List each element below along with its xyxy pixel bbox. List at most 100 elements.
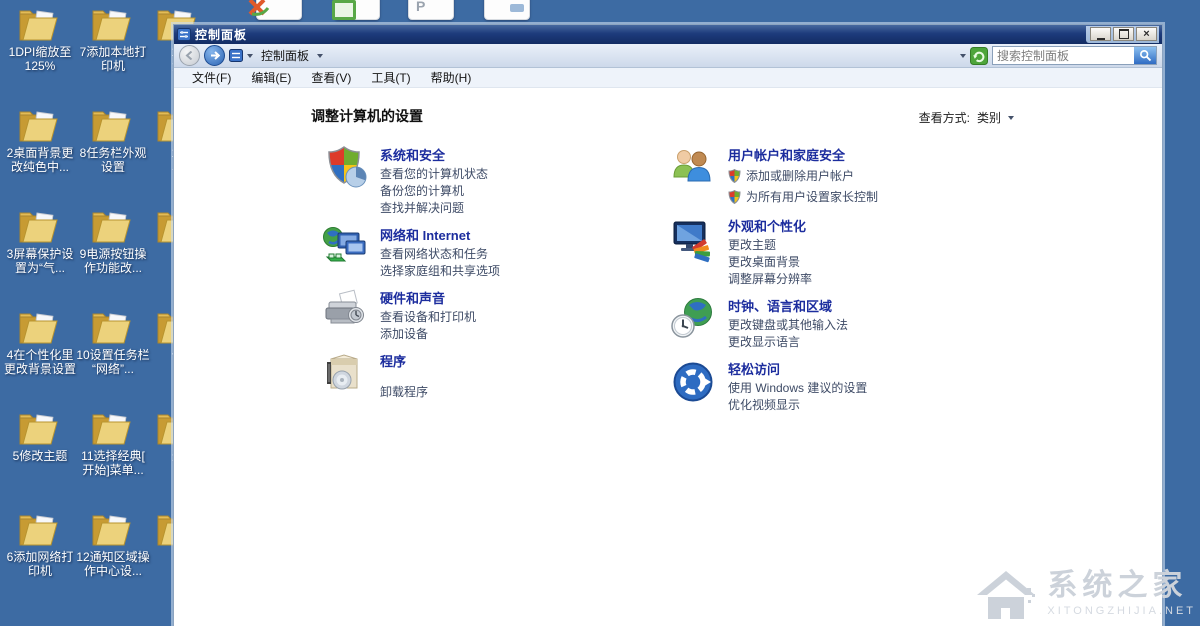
category-link-row: 优化视频显示 [728,397,867,414]
cutoff-doc-icon-p[interactable]: P [402,0,454,20]
view-by-value[interactable]: 类别 [977,109,1001,126]
task-link[interactable]: 更改显示语言 [728,334,800,351]
folder-label: 3屏幕保护设 置为“气... [7,247,74,275]
folder-label: 1DPI缩放至 125% [9,45,72,73]
task-link[interactable]: 备份您的计算机 [380,183,464,200]
back-button[interactable] [179,45,200,66]
folder-label: 4在个性化里 更改背景设置 [4,348,76,376]
category-link-row: 更改显示语言 [728,334,848,351]
folder-label: 2桌面背景更 改纯色中... [7,146,74,174]
category-text: 程序 卸载程序 [380,350,428,401]
search-box [992,46,1157,65]
network-category-icon[interactable] [321,224,369,272]
titlebar[interactable]: 控制面板 × [174,25,1162,44]
desktop-folder-item[interactable]: 4在个性化里 更改背景设置 [0,307,80,408]
view-by-chevron-down-icon[interactable] [1008,116,1014,120]
search-button[interactable] [1134,47,1156,64]
clock-category-icon[interactable] [669,295,717,343]
category-link-row: 查看您的计算机状态 [380,166,488,183]
task-link[interactable]: 查看设备和打印机 [380,309,476,326]
task-link[interactable]: 添加设备 [380,326,428,343]
folder-icon [17,307,63,347]
desktop-folder-item[interactable]: 6添加网络打 印机 [0,509,80,610]
cutoff-doc-icon-x[interactable] [250,0,302,20]
shield-category-icon[interactable] [321,144,369,192]
forward-button[interactable] [204,45,225,66]
folder-label: 5修改主题 [13,449,68,463]
menu-item-4[interactable]: 帮助(H) [421,69,482,86]
search-icon [1139,49,1152,62]
task-link[interactable]: 添加或删除用户帐户 [746,166,854,186]
control-panel-category: 轻松访问 使用 Windows 建议的设置优化视频显示 [669,358,1009,414]
printer-category-icon[interactable] [321,287,369,335]
close-button[interactable]: × [1136,27,1157,41]
category-title-R-2[interactable]: 时钟、语言和区域 [728,296,832,315]
task-link[interactable]: 为所有用户设置家长控制 [746,187,878,207]
folder-label: 9电源按钮操 作功能改... [80,247,147,275]
folder-icon [17,509,63,549]
maximize-button[interactable] [1113,27,1134,41]
desktop-folder-item[interactable]: 5修改主题 [0,408,80,509]
task-link[interactable]: 卸载程序 [380,384,428,401]
folder-icon [17,408,63,448]
ease-category-icon[interactable] [669,358,717,406]
task-link[interactable]: 更改键盘或其他输入法 [728,317,848,334]
folder-icon [17,206,63,246]
category-links: 添加或删除用户帐户为所有用户设置家长控制 [728,166,878,207]
task-link[interactable]: 查找并解决问题 [380,200,464,217]
page-title: 调整计算机的设置 [311,106,423,126]
folder-icon [90,206,136,246]
category-title-L-0[interactable]: 系统和安全 [380,145,445,164]
x-mark-icon [248,0,270,18]
menu-item-2[interactable]: 查看(V) [301,69,361,86]
control-panel-category: 时钟、语言和区域 更改键盘或其他输入法更改显示语言 [669,295,1009,351]
control-panel-window: 控制面板 × 控制面板 [173,24,1163,626]
menu-item-3[interactable]: 工具(T) [361,69,420,86]
blue-mark-icon [510,4,524,12]
category-text: 用户帐户和家庭安全 添加或删除用户帐户为所有用户设置家长控制 [728,144,878,208]
category-link-row: 更改键盘或其他输入法 [728,317,848,334]
breadcrumb-chevron-down-icon[interactable] [317,54,323,58]
users-category-icon[interactable] [669,144,717,192]
task-link[interactable]: 更改桌面背景 [728,254,800,271]
address-chevron-down-icon[interactable] [247,54,253,58]
task-link[interactable]: 调整屏幕分辨率 [728,271,812,288]
task-link[interactable]: 选择家庭组和共享选项 [380,263,500,280]
program-category-icon[interactable] [321,350,369,398]
history-chevron-down-icon[interactable] [960,54,966,58]
task-link[interactable]: 查看网络状态和任务 [380,246,488,263]
category-links: 使用 Windows 建议的设置优化视频显示 [728,380,867,414]
control-panel-category: 硬件和声音 查看设备和打印机添加设备 [321,287,661,343]
appearance-category-icon[interactable] [669,215,717,263]
control-panel-category: 系统和安全 查看您的计算机状态备份您的计算机查找并解决问题 [321,144,661,217]
menu-item-0[interactable]: 文件(F) [182,69,241,86]
window-title: 控制面板 [195,26,247,43]
refresh-icon[interactable] [970,47,988,65]
task-link[interactable]: 优化视频显示 [728,397,800,414]
category-link-row: 调整屏幕分辨率 [728,271,812,288]
category-title-L-2[interactable]: 硬件和声音 [380,288,445,307]
task-link[interactable]: 使用 Windows 建议的设置 [728,380,867,397]
task-link[interactable]: 更改主题 [728,237,776,254]
address-breadcrumb[interactable]: 控制面板 [261,47,309,64]
menu-item-1[interactable]: 编辑(E) [241,69,301,86]
address-location-icon[interactable] [229,49,243,62]
view-by-control: 查看方式: 类别 [919,109,1014,126]
category-title-R-3[interactable]: 轻松访问 [728,359,780,378]
category-title-R-0[interactable]: 用户帐户和家庭安全 [728,145,845,164]
cutoff-doc-icon-green[interactable] [328,0,380,20]
folder-icon [90,307,136,347]
green-mark-icon [332,0,356,20]
category-title-L-1[interactable]: 网络和 Internet [380,225,470,244]
cutoff-doc-icon-plain[interactable] [478,0,530,20]
desktop-folder-item[interactable]: 3屏幕保护设 置为“气... [0,206,80,307]
desktop-folder-item[interactable]: 1DPI缩放至 125% [0,4,80,105]
search-input[interactable] [993,48,1134,63]
uac-shield-icon [728,190,741,204]
category-title-R-1[interactable]: 外观和个性化 [728,216,806,235]
task-link[interactable]: 查看您的计算机状态 [380,166,488,183]
minimize-button[interactable] [1090,27,1111,41]
category-title-L-3[interactable]: 程序 [380,351,406,370]
desktop-folder-item[interactable]: 2桌面背景更 改纯色中... [0,105,80,206]
doc-page [408,0,454,20]
